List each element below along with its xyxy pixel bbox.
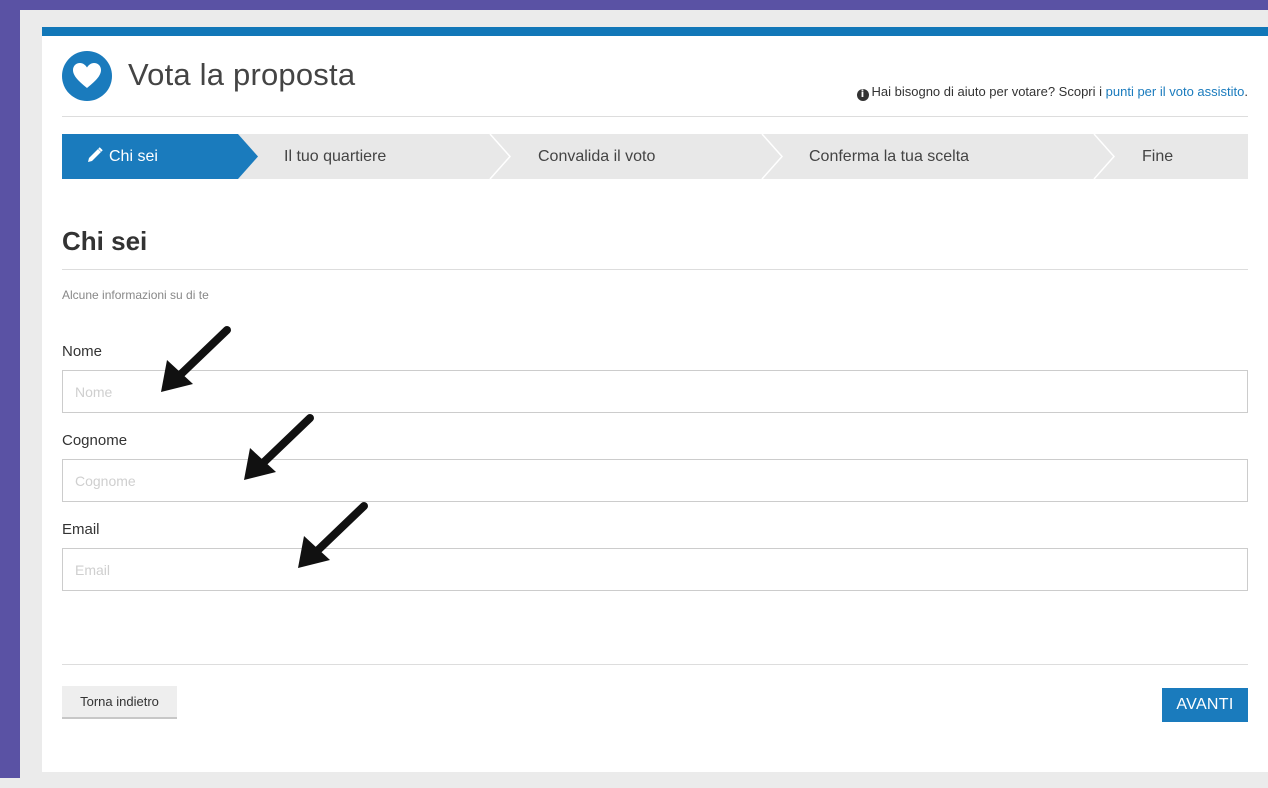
annotation-arrow-icon bbox=[244, 414, 314, 480]
email-input[interactable] bbox=[62, 548, 1248, 591]
page-header: Vota la proposta i Hai bisogno di aiuto p… bbox=[62, 51, 1248, 126]
nome-label: Nome bbox=[62, 343, 103, 360]
cognome-label: Cognome bbox=[62, 432, 128, 449]
info-icon: i bbox=[856, 89, 869, 101]
page-title: Vota la proposta bbox=[128, 57, 356, 92]
step-label: Il tuo quartiere bbox=[284, 148, 387, 165]
vote-card: Vota la proposta i Hai bisogno di aiuto p… bbox=[42, 27, 1268, 772]
next-button[interactable]: AVANTI bbox=[1162, 688, 1248, 722]
section-subtitle: Alcune informazioni su di te bbox=[62, 288, 209, 302]
window-frame-left bbox=[0, 0, 20, 778]
heart-icon bbox=[62, 51, 112, 101]
annotation-arrow-icon bbox=[298, 502, 368, 568]
help-notice: i Hai bisogno di aiuto per votare? Scopri… bbox=[856, 84, 1248, 101]
step-label: Chi sei bbox=[109, 148, 158, 165]
step-conferma-la-tua-scelta[interactable]: Conferma la tua scelta bbox=[809, 134, 969, 179]
back-button[interactable]: Torna indietro bbox=[62, 686, 177, 719]
section-title: Chi sei bbox=[62, 226, 148, 256]
step-convalida-il-voto[interactable]: Convalida il voto bbox=[538, 134, 655, 179]
header-divider bbox=[62, 116, 1248, 117]
annotation-arrow-icon bbox=[161, 326, 231, 392]
help-suffix: . bbox=[1244, 84, 1248, 99]
progress-stepper: Chi sei Il tuo quartiere Convalida il vo… bbox=[62, 134, 1248, 179]
step-label: Conferma la tua scelta bbox=[809, 148, 970, 165]
assisted-vote-link[interactable]: punti per il voto assistito bbox=[1106, 84, 1245, 99]
nome-input[interactable] bbox=[62, 370, 1248, 413]
window-frame-top bbox=[0, 0, 1268, 10]
section-divider bbox=[62, 269, 1248, 270]
help-text: Hai bisogno di aiuto per votare? Scopri … bbox=[871, 84, 1106, 99]
step-il-tuo-quartiere[interactable]: Il tuo quartiere bbox=[284, 134, 386, 179]
step-label: Fine bbox=[1142, 148, 1174, 165]
pencil-icon bbox=[88, 147, 103, 162]
email-label: Email bbox=[62, 521, 100, 538]
footer-divider bbox=[62, 664, 1248, 665]
step-label: Convalida il voto bbox=[538, 148, 656, 165]
step-fine[interactable]: Fine bbox=[1142, 134, 1173, 179]
step-chi-sei[interactable]: Chi sei bbox=[87, 134, 158, 179]
